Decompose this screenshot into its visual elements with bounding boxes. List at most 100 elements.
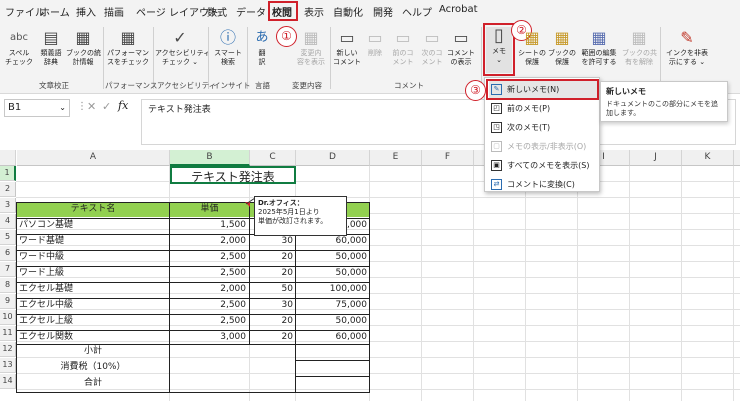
item-amount-cell[interactable]: 75,000 (296, 298, 368, 313)
item-price-cell[interactable]: 2,000 (170, 234, 246, 249)
item-amount-cell[interactable]: 60,000 (296, 330, 368, 345)
thesaurus-button[interactable]: ▤ 類義語 辞典 (36, 29, 66, 67)
protect-workbook-button[interactable]: ▦ ブックの 保護 (548, 29, 576, 67)
row-header-12[interactable]: 12 (0, 342, 16, 357)
smart-lookup-button[interactable]: ⓘ スマート 検索 (211, 29, 245, 67)
row-header-10[interactable]: 10 (0, 310, 16, 325)
column-header-l[interactable]: L (734, 150, 740, 166)
allow-edit-ranges-button[interactable]: ▦ 範囲の編集 を許可する (578, 29, 620, 67)
item-name-cell[interactable]: エクセル上級 (19, 314, 167, 329)
insert-function-icon[interactable]: fx (118, 99, 128, 112)
menu-item-previous-note[interactable]: ◰ 前のメモ(P) (489, 100, 597, 118)
item-amount-cell[interactable]: 60,000 (296, 234, 368, 249)
translate-button[interactable]: あ翻訳 (251, 29, 273, 67)
next-comment-button[interactable]: ▭ 次のコ メント (418, 29, 446, 67)
menu-formulas[interactable]: 数式 (207, 4, 227, 19)
item-name-cell[interactable]: ワード中級 (19, 250, 167, 265)
accessibility-check-button[interactable]: ✓ アクセシビリティ チェック ⌄ (155, 29, 210, 67)
check-performance-button[interactable]: ▦ パフォーマン スをチェック (106, 29, 150, 67)
item-name-cell[interactable]: パソコン基礎 (19, 218, 167, 233)
column-header-f[interactable]: F (422, 150, 474, 166)
column-header-c[interactable]: C (250, 150, 296, 166)
spell-check-button[interactable]: abc スペル チェック (4, 29, 34, 67)
cancel-icon[interactable]: ✕ (87, 100, 96, 113)
item-qty-cell[interactable]: 20 (250, 266, 293, 281)
column-header-k[interactable]: K (682, 150, 734, 166)
tax-label[interactable]: 消費税（10%） (17, 360, 169, 375)
menu-insert[interactable]: 挿入 (76, 4, 96, 19)
item-qty-cell[interactable]: 30 (250, 234, 293, 249)
menu-item-show-all-notes[interactable]: ▣ すべてのメモを表示(S) (489, 157, 597, 175)
item-name-cell[interactable]: エクセル関数 (19, 330, 167, 345)
workbook-statistics-button[interactable]: ▦ ブックの統 計情報 (66, 29, 101, 67)
menu-data[interactable]: データ (236, 4, 266, 19)
more-options-icon[interactable]: ⋮ (77, 101, 87, 112)
hide-ink-button[interactable]: ✎ インクを非表 示にする ⌄ (665, 29, 709, 67)
row-header-11[interactable]: 11 (0, 326, 16, 341)
show-comments-button[interactable]: ▭ コメント の表示 (446, 29, 476, 67)
note-popup[interactable]: Dr.オフィス： 2025年5月1日より 単価が改訂されます。 (254, 196, 347, 236)
menu-acrobat[interactable]: Acrobat (439, 4, 478, 15)
name-box[interactable]: B1 ⌄ (4, 99, 70, 117)
item-price-cell[interactable]: 2,500 (170, 298, 246, 313)
header-cell-price[interactable]: 単価 (170, 202, 249, 217)
menu-file[interactable]: ファイル (5, 4, 45, 19)
item-qty-cell[interactable]: 20 (250, 250, 293, 265)
previous-comment-button[interactable]: ▭ 前のコ メント (389, 29, 417, 67)
row-header-5[interactable]: 5 (0, 230, 16, 245)
menu-item-convert-to-comment[interactable]: ⇄ コメントに変換(C) (489, 176, 597, 194)
row-header-3[interactable]: 3 (0, 198, 16, 213)
item-amount-cell[interactable]: 100,000 (296, 282, 367, 297)
column-header-e[interactable]: E (370, 150, 422, 166)
show-changes-button[interactable]: ▦ 変更内 容を表示 (294, 29, 328, 67)
row-header-2[interactable]: 2 (0, 182, 16, 197)
item-price-cell[interactable]: 1,500 (170, 218, 246, 233)
item-amount-cell[interactable]: 50,000 (296, 314, 368, 329)
row-header-9[interactable]: 9 (0, 294, 16, 309)
item-price-cell[interactable]: 2,000 (170, 282, 246, 297)
row-header-4[interactable]: 4 (0, 214, 16, 229)
title-cell[interactable]: テキスト発注表 (170, 166, 296, 184)
menu-draw[interactable]: 描画 (104, 4, 124, 19)
item-name-cell[interactable]: ワード基礎 (19, 234, 167, 249)
column-header-b[interactable]: B (170, 150, 250, 166)
subtotal-label[interactable]: 小計 (17, 344, 169, 359)
unshare-workbook-button[interactable]: ▦ ブックの共 有を解除 (622, 29, 657, 67)
row-header-7[interactable]: 7 (0, 262, 16, 277)
item-price-cell[interactable]: 2,500 (170, 250, 246, 265)
item-price-cell[interactable]: 2,500 (170, 266, 246, 281)
item-qty-cell[interactable]: 20 (250, 330, 293, 345)
header-cell-name[interactable]: テキスト名 (17, 202, 169, 217)
menu-view[interactable]: 表示 (304, 4, 324, 19)
item-qty-cell[interactable]: 20 (250, 314, 293, 329)
menu-developer[interactable]: 開発 (373, 4, 393, 19)
delete-comment-button[interactable]: ▭ 削除 (362, 29, 388, 58)
item-amount-cell[interactable]: 50,000 (296, 250, 368, 265)
row-header-1[interactable]: 1 (0, 166, 16, 181)
menu-home[interactable]: ホーム (40, 4, 70, 19)
row-header-8[interactable]: 8 (0, 278, 16, 293)
column-header-a[interactable]: A (17, 150, 170, 166)
enter-check-icon[interactable]: ✓ (102, 100, 111, 113)
item-amount-cell[interactable]: 50,000 (296, 266, 368, 281)
chevron-down-icon[interactable]: ⌄ (59, 100, 66, 116)
row-header-6[interactable]: 6 (0, 246, 16, 261)
menu-item-next-note[interactable]: ◳ 次のメモ(T) (489, 119, 597, 137)
menu-automate[interactable]: 自動化 (333, 4, 363, 19)
column-header-d[interactable]: D (296, 150, 370, 166)
item-qty-cell[interactable]: 30 (250, 298, 293, 313)
item-name-cell[interactable]: エクセル中級 (19, 298, 167, 313)
menu-item-show-hide-note[interactable]: ▢ メモの表示/非表示(O) (489, 138, 597, 156)
menu-help[interactable]: ヘルプ (402, 4, 432, 19)
column-header-j[interactable]: J (630, 150, 682, 166)
protect-sheet-button[interactable]: ▦ シートの 保護 (518, 29, 546, 67)
total-label[interactable]: 合計 (17, 376, 169, 391)
row-header-13[interactable]: 13 (0, 358, 16, 373)
item-price-cell[interactable]: 2,500 (170, 314, 246, 329)
item-name-cell[interactable]: ワード上級 (19, 266, 167, 281)
new-comment-button[interactable]: ▭ 新しい コメント (332, 29, 362, 67)
item-price-cell[interactable]: 3,000 (170, 330, 246, 345)
item-qty-cell[interactable]: 50 (250, 282, 293, 297)
select-all-corner[interactable] (0, 150, 16, 166)
row-header-14[interactable]: 14 (0, 374, 16, 389)
